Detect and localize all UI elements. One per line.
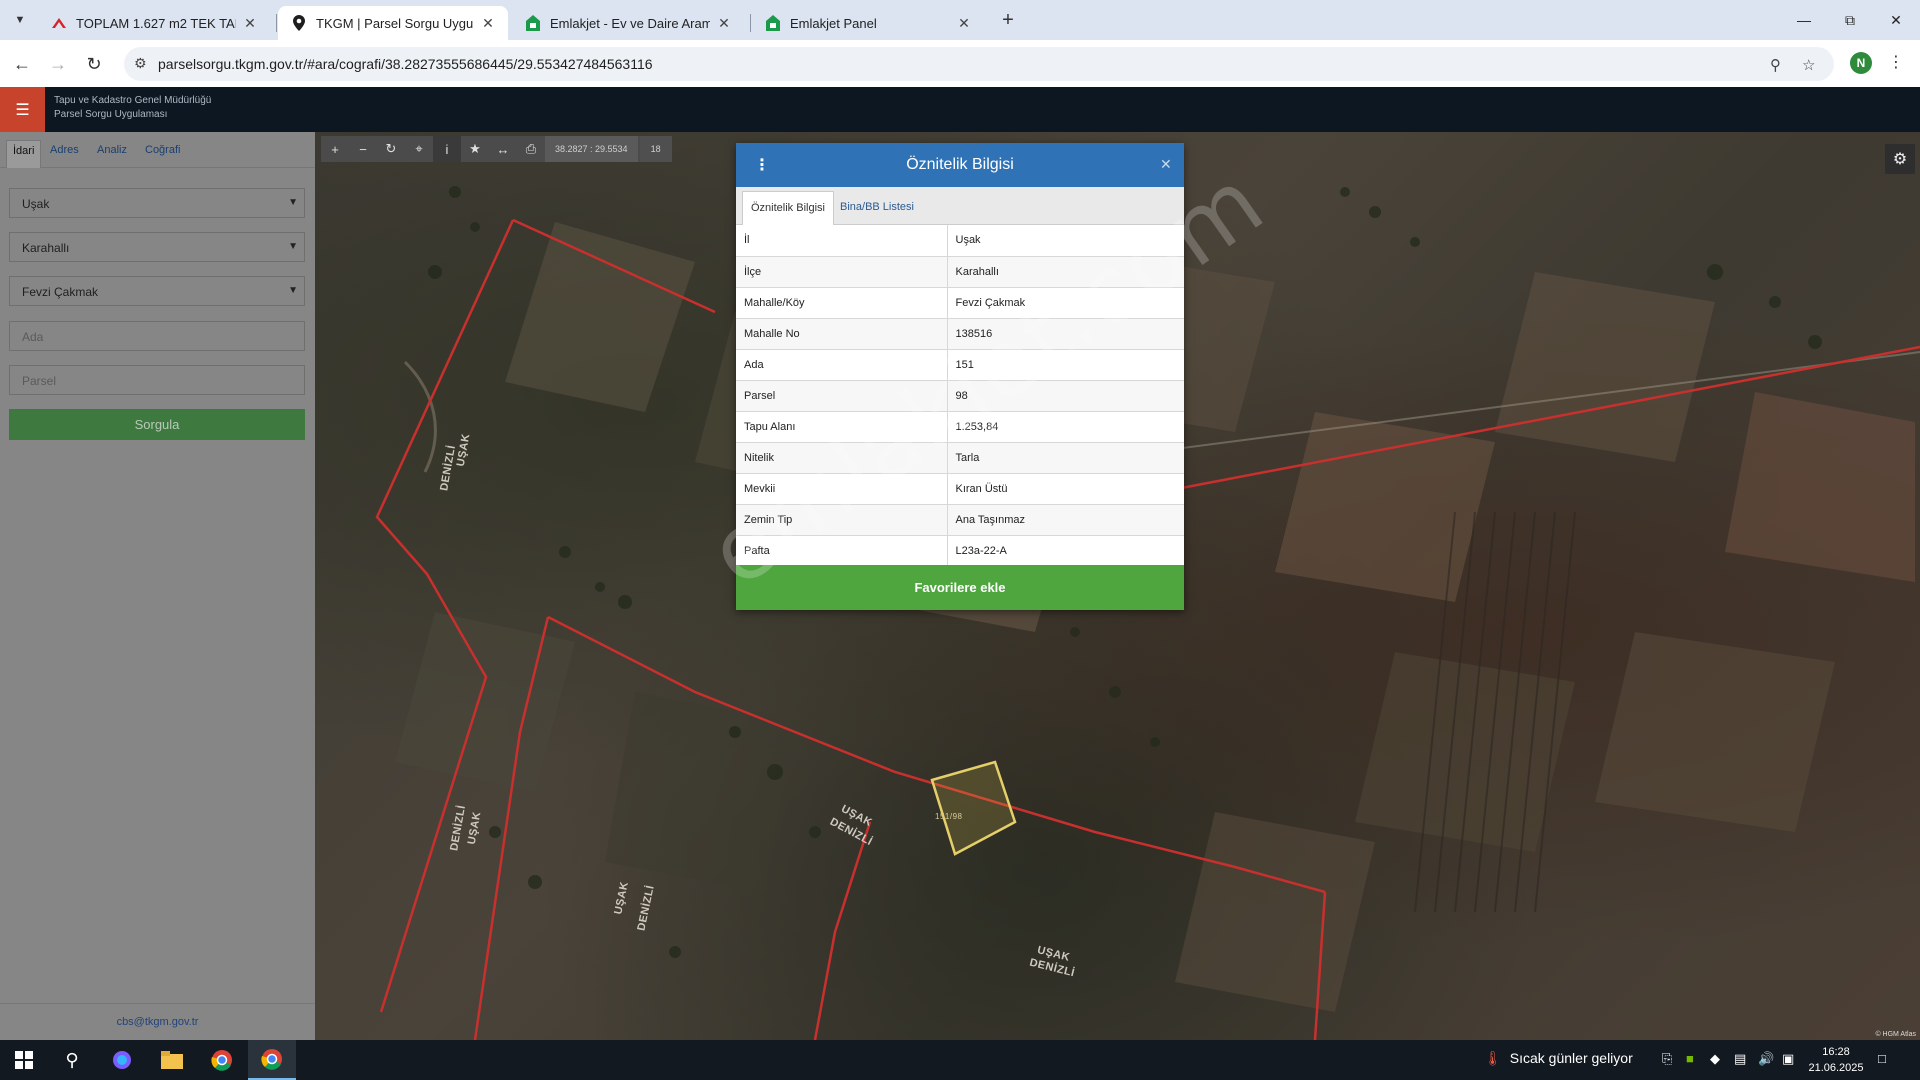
gear-icon[interactable]: ⚙ bbox=[1885, 144, 1915, 174]
close-tab-icon[interactable]: ✕ bbox=[716, 15, 732, 32]
display-icon[interactable]: ▣ bbox=[1782, 1051, 1794, 1067]
map-pin-icon bbox=[290, 15, 308, 31]
map-toolbar: + − ↻ ⌖ i ★ ↔ ⎙ 38.2827 : 29.5534 18 bbox=[321, 136, 672, 162]
system-clock[interactable]: 16:28 21.06.2025 bbox=[1806, 1044, 1866, 1076]
tab-separator bbox=[276, 14, 277, 32]
add-favorite-button[interactable]: Favorilere ekle bbox=[736, 565, 1184, 610]
browser-menu-icon[interactable]: ⋮ bbox=[1888, 52, 1904, 72]
tab-oznitelik[interactable]: Öznitelik Bilgisi bbox=[742, 191, 834, 225]
forward-icon[interactable]: → bbox=[44, 50, 72, 78]
close-tab-icon[interactable]: ✕ bbox=[242, 15, 258, 32]
il-select[interactable]: Uşak ▼ bbox=[9, 188, 305, 218]
print-icon[interactable]: ⎙ bbox=[517, 136, 545, 162]
restore-icon[interactable]: ⧉ bbox=[1827, 6, 1873, 34]
sorgula-button[interactable]: Sorgula bbox=[9, 409, 305, 440]
tab-separator bbox=[750, 14, 751, 32]
refresh-icon[interactable]: ↻ bbox=[377, 136, 405, 162]
close-tab-icon[interactable]: ✕ bbox=[480, 15, 496, 32]
attribute-value: Kıran Üstü bbox=[947, 473, 1184, 505]
attribute-key: İlçe bbox=[736, 256, 948, 288]
attribute-key: İl bbox=[736, 225, 948, 257]
attribute-value: Tarla bbox=[947, 442, 1184, 474]
zoom-level: 18 bbox=[639, 136, 672, 162]
chevron-down-icon: ▼ bbox=[288, 285, 298, 296]
search-panel: İdari Adres Analiz Coğrafi Uşak ▼ Karaha… bbox=[0, 132, 315, 1040]
app-header: ☰ Tapu ve Kadastro Genel Müdürlüğü Parse… bbox=[0, 87, 1920, 132]
coordinate-readout: 38.2827 : 29.5534 bbox=[545, 136, 638, 162]
locate-icon[interactable]: ⌖ bbox=[405, 136, 433, 162]
attribute-key: Mahalle/Köy bbox=[736, 287, 948, 319]
tab-search-chevron-icon[interactable]: ▼ bbox=[8, 8, 32, 32]
attribute-value: L23a-22-A bbox=[947, 535, 1184, 567]
site-settings-icon[interactable]: ⚙ bbox=[134, 55, 147, 72]
network-icon[interactable]: ▤ bbox=[1734, 1051, 1746, 1067]
footer-email-link[interactable]: cbs@tkgm.gov.tr bbox=[0, 1003, 315, 1040]
reload-icon[interactable]: ↻ bbox=[80, 50, 108, 78]
chevron-down-icon: ▼ bbox=[288, 197, 298, 208]
star-icon[interactable]: ★ bbox=[461, 136, 489, 162]
map-attribution: © HGM Atlas bbox=[1875, 1031, 1916, 1038]
browser-tab-emlakjet-panel[interactable]: Emlakjet Panel ✕ bbox=[752, 6, 984, 40]
measure-icon[interactable]: ↔ bbox=[489, 136, 517, 162]
dialog-header: ⋮ Öznitelik Bilgisi ✕ bbox=[736, 143, 1184, 187]
tab-analiz[interactable]: Analiz bbox=[91, 140, 133, 168]
browser-tab-strip: ▼ TOPLAM 1.627 m2 TEK TAPU T ✕ TKGM | Pa… bbox=[0, 0, 1920, 40]
windows-start-icon[interactable] bbox=[0, 1040, 48, 1080]
browser-tab-tkgm[interactable]: TKGM | Parsel Sorgu Uygulama ✕ bbox=[278, 6, 508, 40]
zoom-out-icon[interactable]: − bbox=[349, 136, 377, 162]
notifications-icon[interactable]: □ bbox=[1878, 1051, 1886, 1066]
new-tab-icon[interactable]: + bbox=[996, 8, 1020, 32]
search-icon[interactable]: ⚲ bbox=[48, 1040, 96, 1080]
emlakjet-icon bbox=[524, 15, 542, 31]
hamburger-menu-icon[interactable]: ☰ bbox=[0, 87, 45, 132]
zoom-in-icon[interactable]: + bbox=[321, 136, 349, 162]
copilot-icon[interactable] bbox=[98, 1040, 146, 1080]
ilce-select[interactable]: Karahallı ▼ bbox=[9, 232, 305, 262]
info-icon[interactable]: i bbox=[433, 136, 461, 162]
security-icon[interactable]: ◆ bbox=[1710, 1051, 1720, 1067]
profile-avatar[interactable]: N bbox=[1850, 52, 1872, 74]
browser-tab-emlakjet[interactable]: Emlakjet - Ev ve Daire Aramanı ✕ bbox=[512, 6, 744, 40]
browser-tab-sahibinden[interactable]: TOPLAM 1.627 m2 TEK TAPU T ✕ bbox=[38, 6, 270, 40]
volume-icon[interactable]: 🔊 bbox=[1758, 1051, 1774, 1067]
usb-icon[interactable]: ⎘ bbox=[1662, 1051, 1672, 1067]
file-explorer-icon[interactable] bbox=[148, 1040, 196, 1080]
parsel-input[interactable]: Parsel bbox=[9, 365, 305, 395]
attribute-key: Mahalle No bbox=[736, 318, 948, 350]
browser-toolbar: ← → ↻ ⚙ parselsorgu.tkgm.gov.tr/#ara/cog… bbox=[0, 40, 1920, 87]
chevron-down-icon: ▼ bbox=[288, 241, 298, 252]
emlakjet-icon bbox=[764, 15, 782, 31]
parcel-label: 151/98 bbox=[935, 812, 963, 821]
mahalle-select[interactable]: Fevzi Çakmak ▼ bbox=[9, 276, 305, 306]
sahibinden-icon bbox=[50, 17, 68, 29]
close-window-icon[interactable]: ✕ bbox=[1873, 6, 1919, 34]
zoom-icon[interactable]: ⚲ bbox=[1770, 56, 1781, 74]
dialog-title: Öznitelik Bilgisi bbox=[906, 156, 1014, 173]
tab-bina-listesi[interactable]: Bina/BB Listesi bbox=[832, 191, 922, 225]
chrome-icon[interactable] bbox=[198, 1040, 246, 1080]
address-bar[interactable]: ⚙ parselsorgu.tkgm.gov.tr/#ara/cografi/3… bbox=[124, 47, 1834, 81]
dialog-tabs: Öznitelik Bilgisi Bina/BB Listesi bbox=[736, 187, 1184, 225]
tab-idari[interactable]: İdari bbox=[6, 140, 42, 168]
tab-cografi[interactable]: Coğrafi bbox=[139, 140, 186, 168]
weather-widget[interactable]: 🌡 Sıcak günler geliyor bbox=[1484, 1050, 1633, 1067]
chrome-profile-icon[interactable] bbox=[248, 1040, 296, 1080]
bookmark-star-icon[interactable]: ☆ bbox=[1802, 56, 1815, 74]
attribute-value: Ana Taşınmaz bbox=[947, 504, 1184, 536]
url-text: parselsorgu.tkgm.gov.tr/#ara/cografi/38.… bbox=[158, 56, 653, 72]
back-icon[interactable]: ← bbox=[8, 50, 36, 78]
close-tab-icon[interactable]: ✕ bbox=[956, 15, 972, 32]
minimize-icon[interactable]: — bbox=[1781, 6, 1827, 34]
search-tabs: İdari Adres Analiz Coğrafi bbox=[0, 132, 315, 168]
app-title: Tapu ve Kadastro Genel Müdürlüğü Parsel … bbox=[54, 95, 212, 120]
nvidia-icon[interactable]: ■ bbox=[1686, 1051, 1694, 1066]
close-icon[interactable]: ✕ bbox=[1160, 156, 1172, 173]
ada-input[interactable]: Ada bbox=[9, 321, 305, 351]
thermometer-icon: 🌡 bbox=[1484, 1050, 1502, 1066]
tab-adres[interactable]: Adres bbox=[44, 140, 85, 168]
windows-taskbar: ⚲ 🌡 Sıcak günler geliyor ⎘ ■ ◆ ▤ 🔊 ▣ 16:2… bbox=[0, 1040, 1920, 1080]
